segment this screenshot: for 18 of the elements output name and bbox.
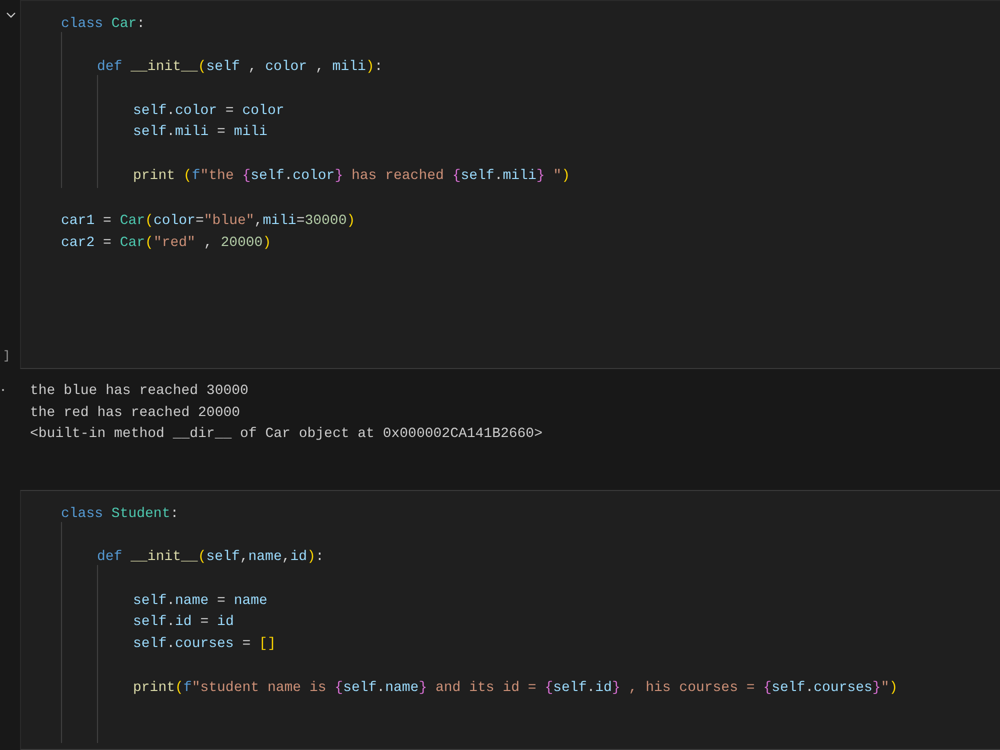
output-line: the red has reached 20000	[30, 404, 240, 423]
code-line: print(f"student name is {self.name} and its id = {self.id} , his courses = {self.courses}")	[133, 678, 899, 698]
chevron-icon[interactable]	[6, 12, 16, 18]
code-line: self.id = id	[133, 613, 235, 632]
code-line: def __init__(self,name,id):	[97, 548, 325, 568]
output-line: the blue has reached 30000	[30, 382, 248, 401]
code-line: self.color = color	[133, 102, 286, 121]
code-line: self.name = name	[133, 592, 268, 611]
code-line: car2 = Car("red" , 20000)	[61, 234, 272, 253]
code-line: def __init__(self , color , mili):	[97, 58, 384, 78]
code-line: self.courses = []	[133, 635, 277, 654]
code-line: class Student:	[61, 505, 180, 524]
execution-count: ]	[3, 348, 10, 365]
code-line: print (f"the {self.color} has reached {self.mili} ")	[133, 166, 571, 186]
output-line: <built-in method __dir__ of Car object at 0x000002CA141B2660>	[30, 425, 542, 444]
code-line: car1 = Car(color="blue",mili=30000)	[61, 212, 356, 232]
code-line: self.mili = mili	[133, 123, 268, 142]
code-line: class Car:	[61, 15, 146, 34]
